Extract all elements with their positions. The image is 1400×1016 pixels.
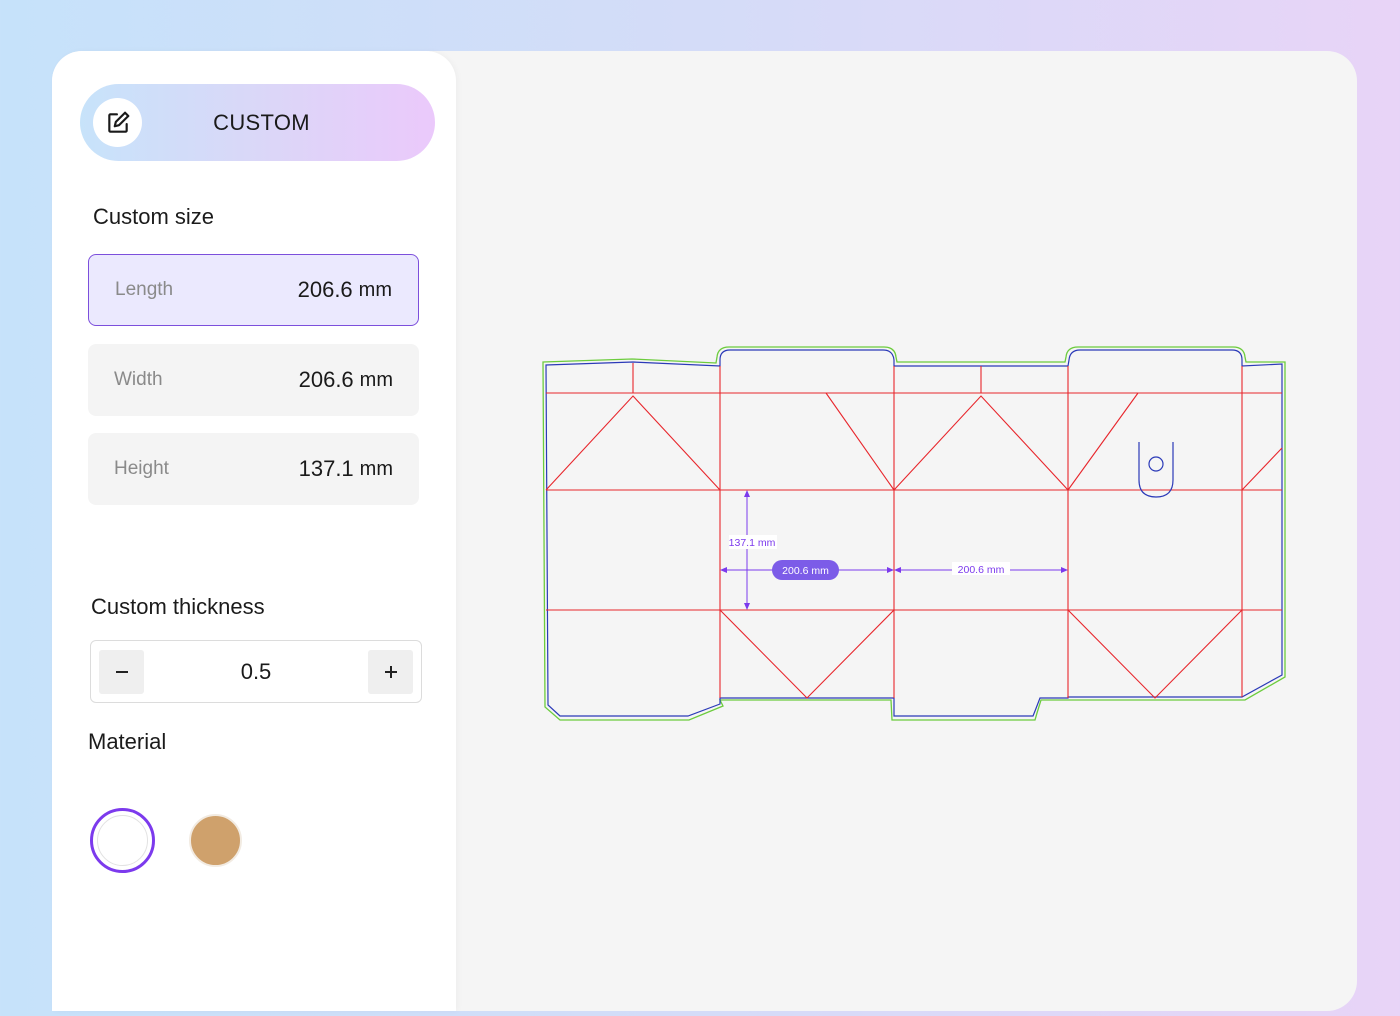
length-label: Length	[115, 279, 174, 300]
custom-thickness-title: Custom thickness	[91, 594, 265, 619]
width-badge-label: 200.6 mm	[782, 565, 829, 577]
fold-lines	[545, 363, 1283, 699]
thickness-value[interactable]: 0.5	[151, 641, 361, 702]
dieline-canvas: 137.1 mm 200.6 mm 200.6 mm	[456, 51, 1357, 1011]
height-value: 137.1 mm	[299, 433, 393, 505]
width-dimension-label: 200.6 mm	[958, 564, 1005, 576]
plus-icon	[384, 666, 397, 678]
height-field[interactable]: Height 137.1 mm	[88, 433, 419, 505]
length-value: 206.6 mm	[298, 255, 392, 325]
width-field[interactable]: Width 206.6 mm	[88, 344, 419, 416]
material-kraft-swatch[interactable]	[189, 814, 242, 867]
bleed-outline	[542, 346, 1286, 721]
material-white-swatch[interactable]	[90, 808, 155, 873]
length-number: 206.6	[297, 277, 353, 302]
width-number: 206.6	[298, 367, 354, 392]
thickness-stepper: 0.5	[90, 640, 422, 703]
minus-icon	[115, 671, 128, 673]
length-unit: mm	[358, 278, 392, 301]
increment-button[interactable]	[368, 650, 413, 694]
custom-size-title: Custom size	[93, 204, 215, 229]
decrement-button[interactable]	[99, 650, 144, 694]
cut-outline	[545, 349, 1283, 717]
hang-slot	[1138, 442, 1174, 498]
height-unit: mm	[359, 457, 393, 480]
height-dimension-label: 137.1 mm	[729, 537, 776, 549]
width-label: Width	[114, 369, 163, 390]
width-value: 206.6 mm	[299, 344, 393, 416]
dieline-drawing: 137.1 mm 200.6 mm 200.6 mm	[542, 346, 1286, 721]
length-field[interactable]: Length 206.6 mm	[88, 254, 419, 326]
height-label: Height	[114, 458, 169, 479]
height-number: 137.1	[298, 456, 354, 481]
white-material-circle	[97, 815, 148, 866]
mode-label: CUSTOM	[213, 109, 310, 135]
material-title: Material	[88, 729, 167, 754]
width-unit: mm	[359, 368, 393, 391]
custom-mode-button[interactable]: CUSTOM	[80, 84, 435, 161]
